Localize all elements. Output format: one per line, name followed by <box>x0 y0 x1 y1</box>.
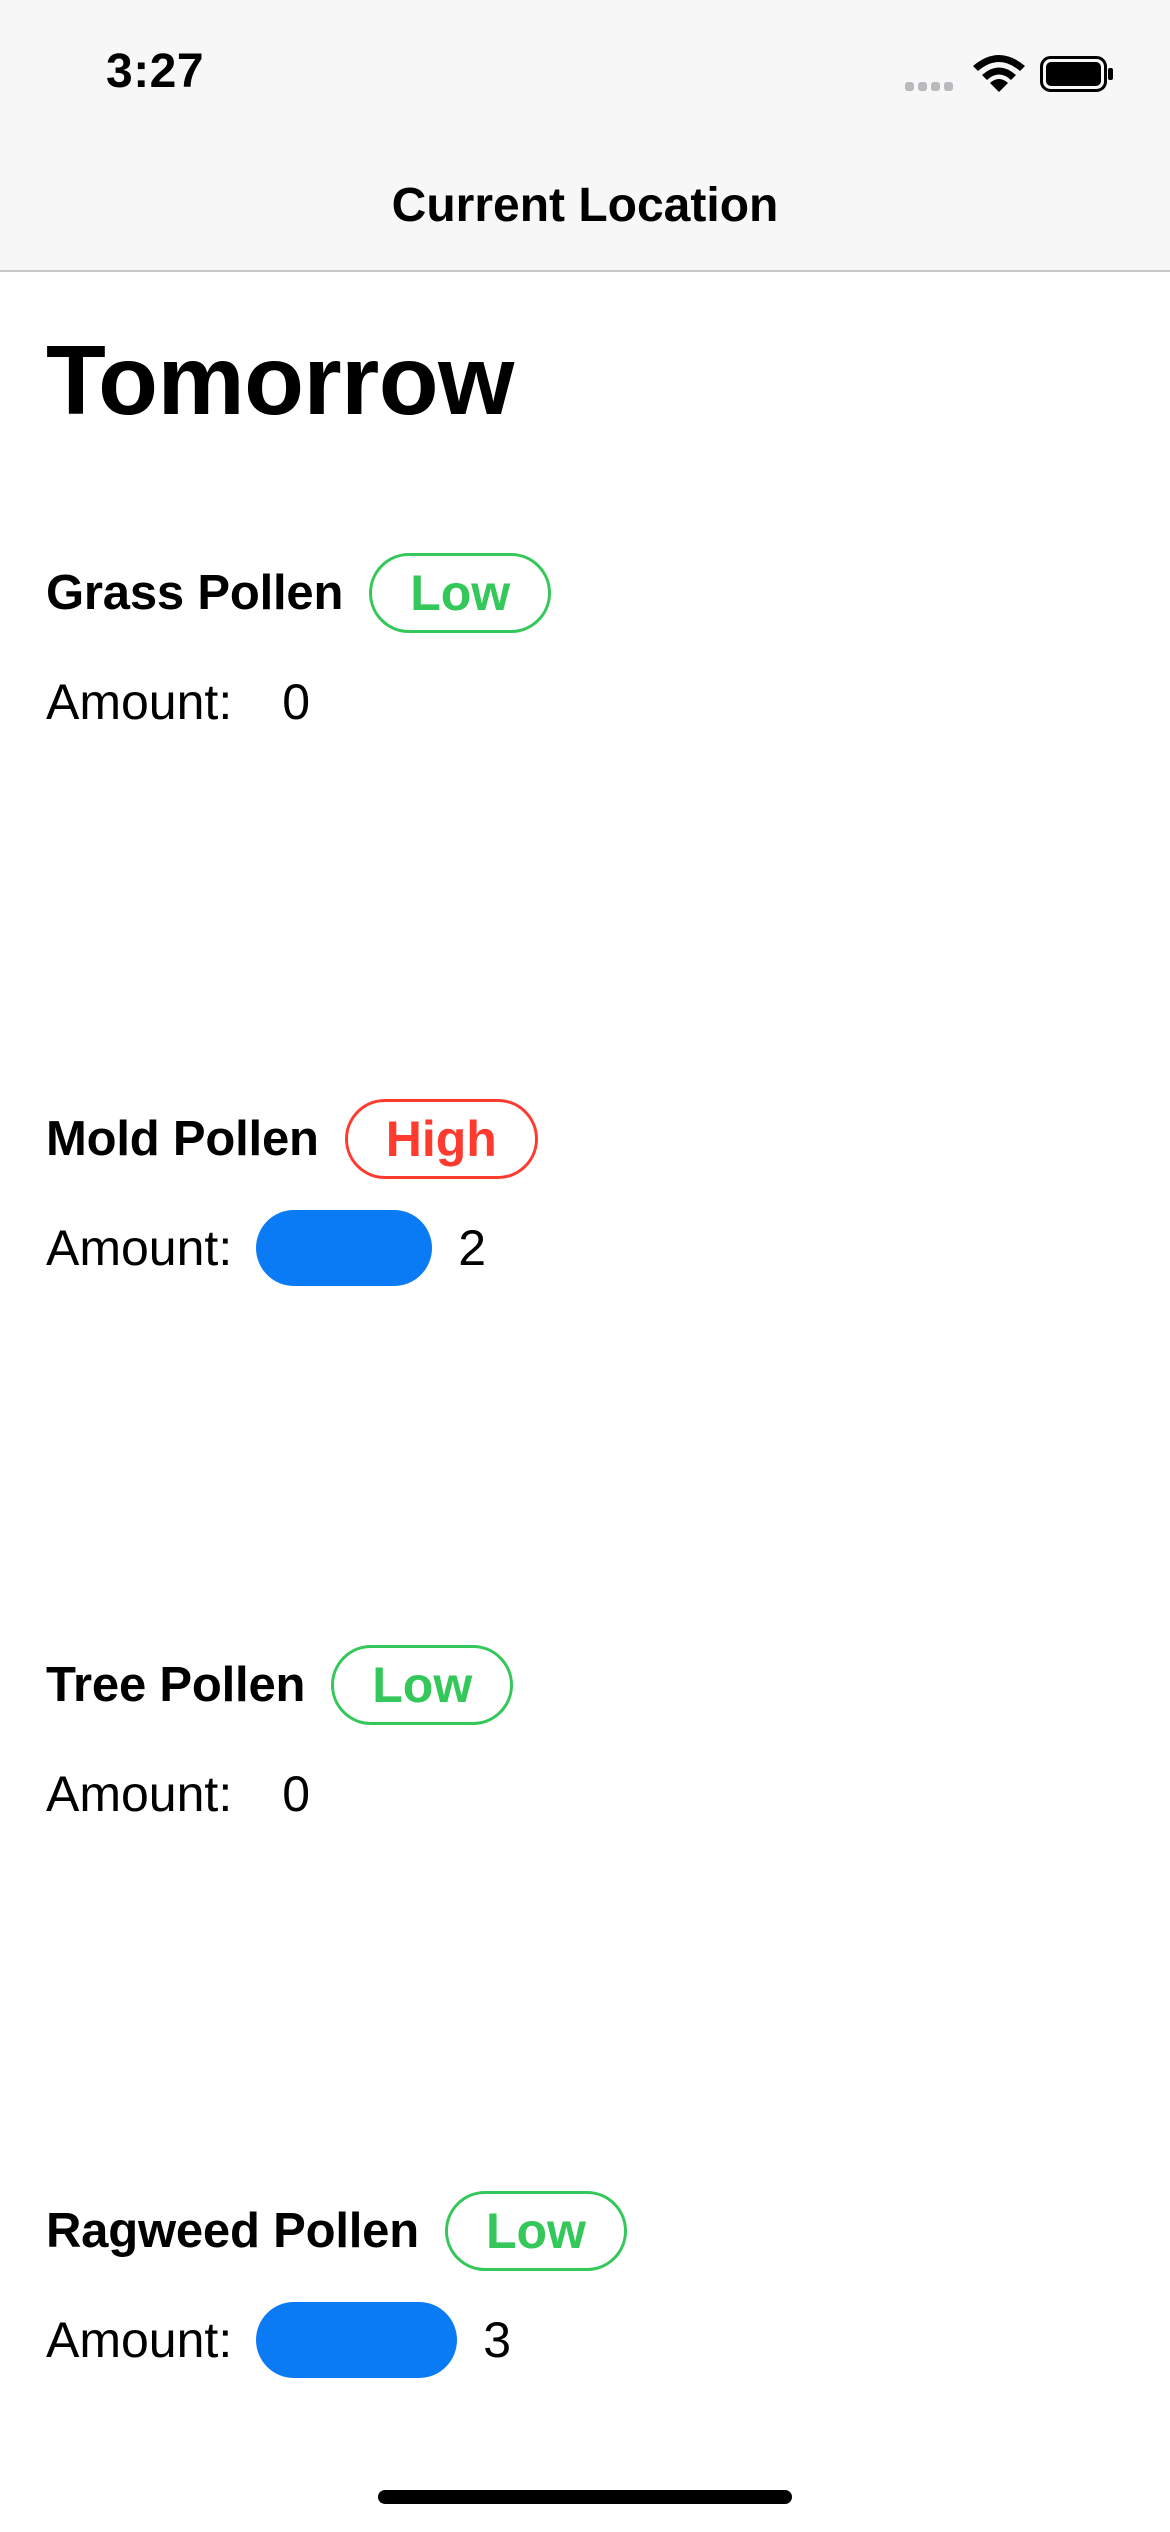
amount-value: 0 <box>282 1766 311 1822</box>
amount-value: 2 <box>458 1220 487 1276</box>
pollen-section-tree: Tree Pollen Low Amount: 0 <box>46 1644 1126 1832</box>
status-time: 3:27 <box>106 45 205 98</box>
home-indicator <box>378 2490 792 2504</box>
signal-dots-icon <box>905 82 953 91</box>
pollen-level-badge: Low <box>331 1645 514 1725</box>
amount-bar-fill <box>256 1210 433 1286</box>
pollen-section-grass: Grass Pollen Low Amount: 0 <box>46 552 1126 740</box>
pollen-section-ragweed: Ragweed Pollen Low Amount: 3 <box>46 2190 1126 2378</box>
amount-label: Amount: <box>46 1766 233 1822</box>
pollen-level-badge: Low <box>444 2191 627 2271</box>
amount-bar <box>256 1210 433 1286</box>
amount-label: Amount: <box>46 674 233 730</box>
pollen-section-mold: Mold Pollen High Amount: 2 <box>46 1098 1126 1286</box>
page-title: Tomorrow <box>46 325 514 435</box>
amount-bar-fill <box>256 2302 458 2378</box>
amount-value: 0 <box>282 674 311 730</box>
amount-bar <box>256 2302 458 2378</box>
pollen-name: Mold Pollen <box>46 1112 319 1166</box>
wifi-icon <box>973 55 1025 92</box>
amount-label: Amount: <box>46 2312 233 2368</box>
pollen-level-badge: Low <box>369 553 552 633</box>
navigation-bar: 3:27 Current Location <box>0 0 1170 272</box>
amount-label: Amount: <box>46 1220 233 1276</box>
nav-title: Current Location <box>391 179 779 232</box>
pollen-name: Grass Pollen <box>46 566 344 620</box>
pollen-name: Ragweed Pollen <box>46 2204 419 2258</box>
pollen-name: Tree Pollen <box>46 1658 306 1712</box>
amount-value: 3 <box>483 2312 512 2368</box>
pollen-level-badge: High <box>344 1099 538 1179</box>
battery-icon <box>1040 56 1113 92</box>
